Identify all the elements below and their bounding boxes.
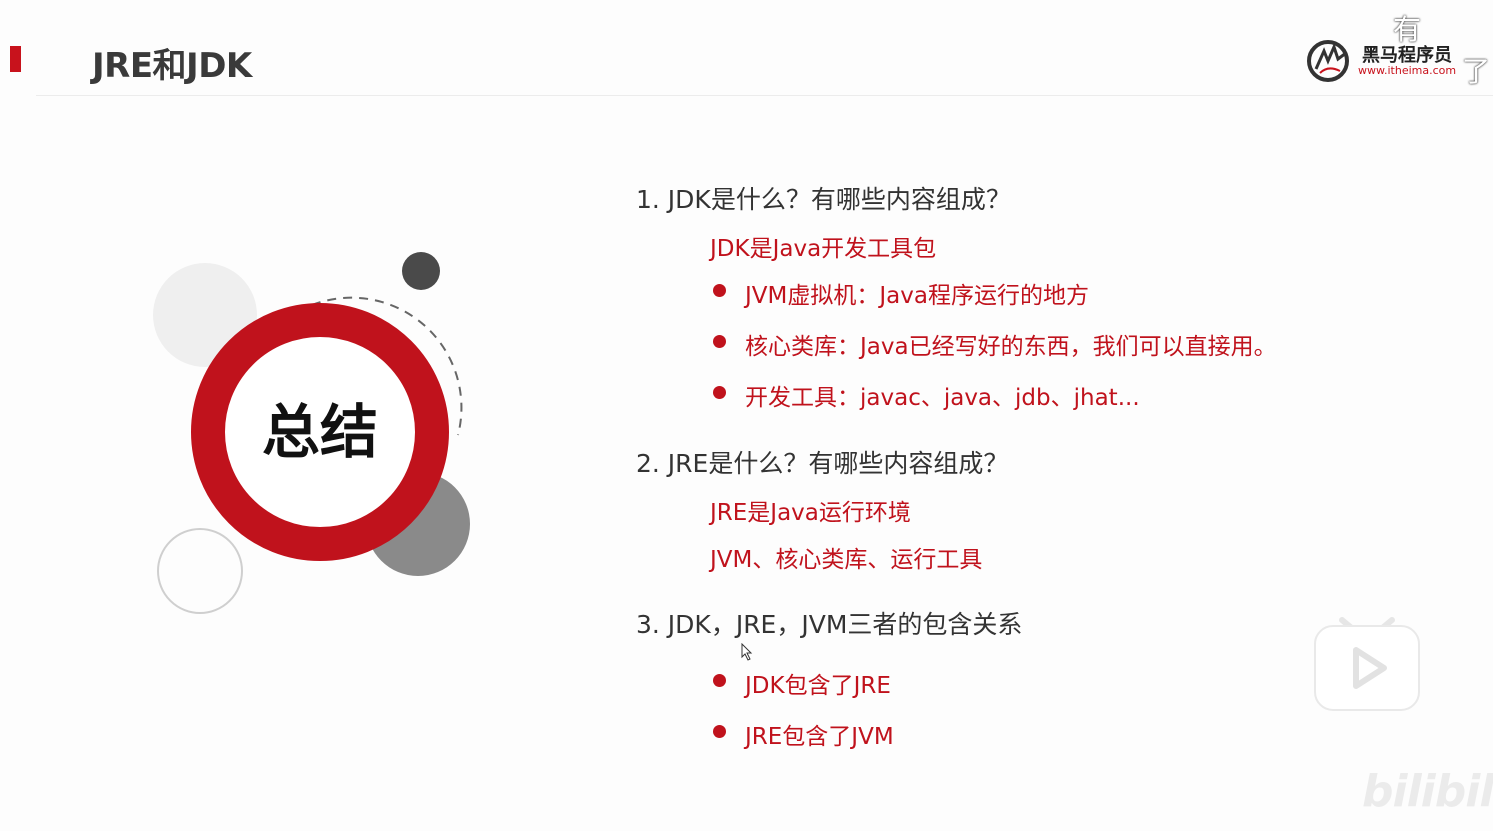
bullet-dot [713, 386, 726, 399]
bullet-item: JDK包含了JRE [745, 673, 891, 699]
danmaku-text: 有 [1393, 13, 1422, 46]
play-button[interactable] [1312, 612, 1422, 712]
bullet-item: JRE包含了JVM [745, 724, 894, 750]
summary-label: 总结 [261, 398, 378, 466]
bullet-dot [713, 284, 726, 297]
slide-title: JRE和JDK [92, 46, 252, 86]
header-divider [36, 95, 1493, 96]
bullet-dot [713, 674, 726, 687]
question-1: 1. JDK是什么？有哪些内容组成？ [636, 185, 1011, 214]
question-2: 2. JRE是什么？有哪些内容组成？ [636, 449, 1009, 478]
question-3: 3. JDK，JRE，JVM三者的包含关系 [636, 610, 1023, 639]
answer-2-line-1: JRE是Java运行环境 [710, 500, 911, 526]
cursor-icon [741, 643, 753, 661]
bullet-item: 开发工具：javac、java、jdb、jhat... [745, 385, 1140, 411]
answer-2-line-2: JVM、核心类库、运行工具 [710, 547, 983, 573]
title-accent-bar [10, 46, 21, 72]
danmaku-text: 了 [1462, 55, 1491, 88]
itheima-logo-icon [1307, 40, 1349, 82]
bullet-item: JVM虚拟机：Java程序运行的地方 [745, 283, 1089, 309]
bullet-item: 核心类库：Java已经写好的东西，我们可以直接用。 [745, 334, 1277, 360]
answer-1: JDK是Java开发工具包 [710, 236, 937, 262]
bullet-dot [713, 725, 726, 738]
bullet-dot [713, 335, 726, 348]
logo-url: www.itheima.com [1358, 64, 1457, 77]
itheima-logo: 黑马程序员 www.itheima.com [1306, 37, 1466, 83]
decor-circle-dark [402, 252, 440, 290]
bilibili-watermark: bilibili [1362, 766, 1493, 817]
decor-circle-outline [157, 528, 243, 614]
